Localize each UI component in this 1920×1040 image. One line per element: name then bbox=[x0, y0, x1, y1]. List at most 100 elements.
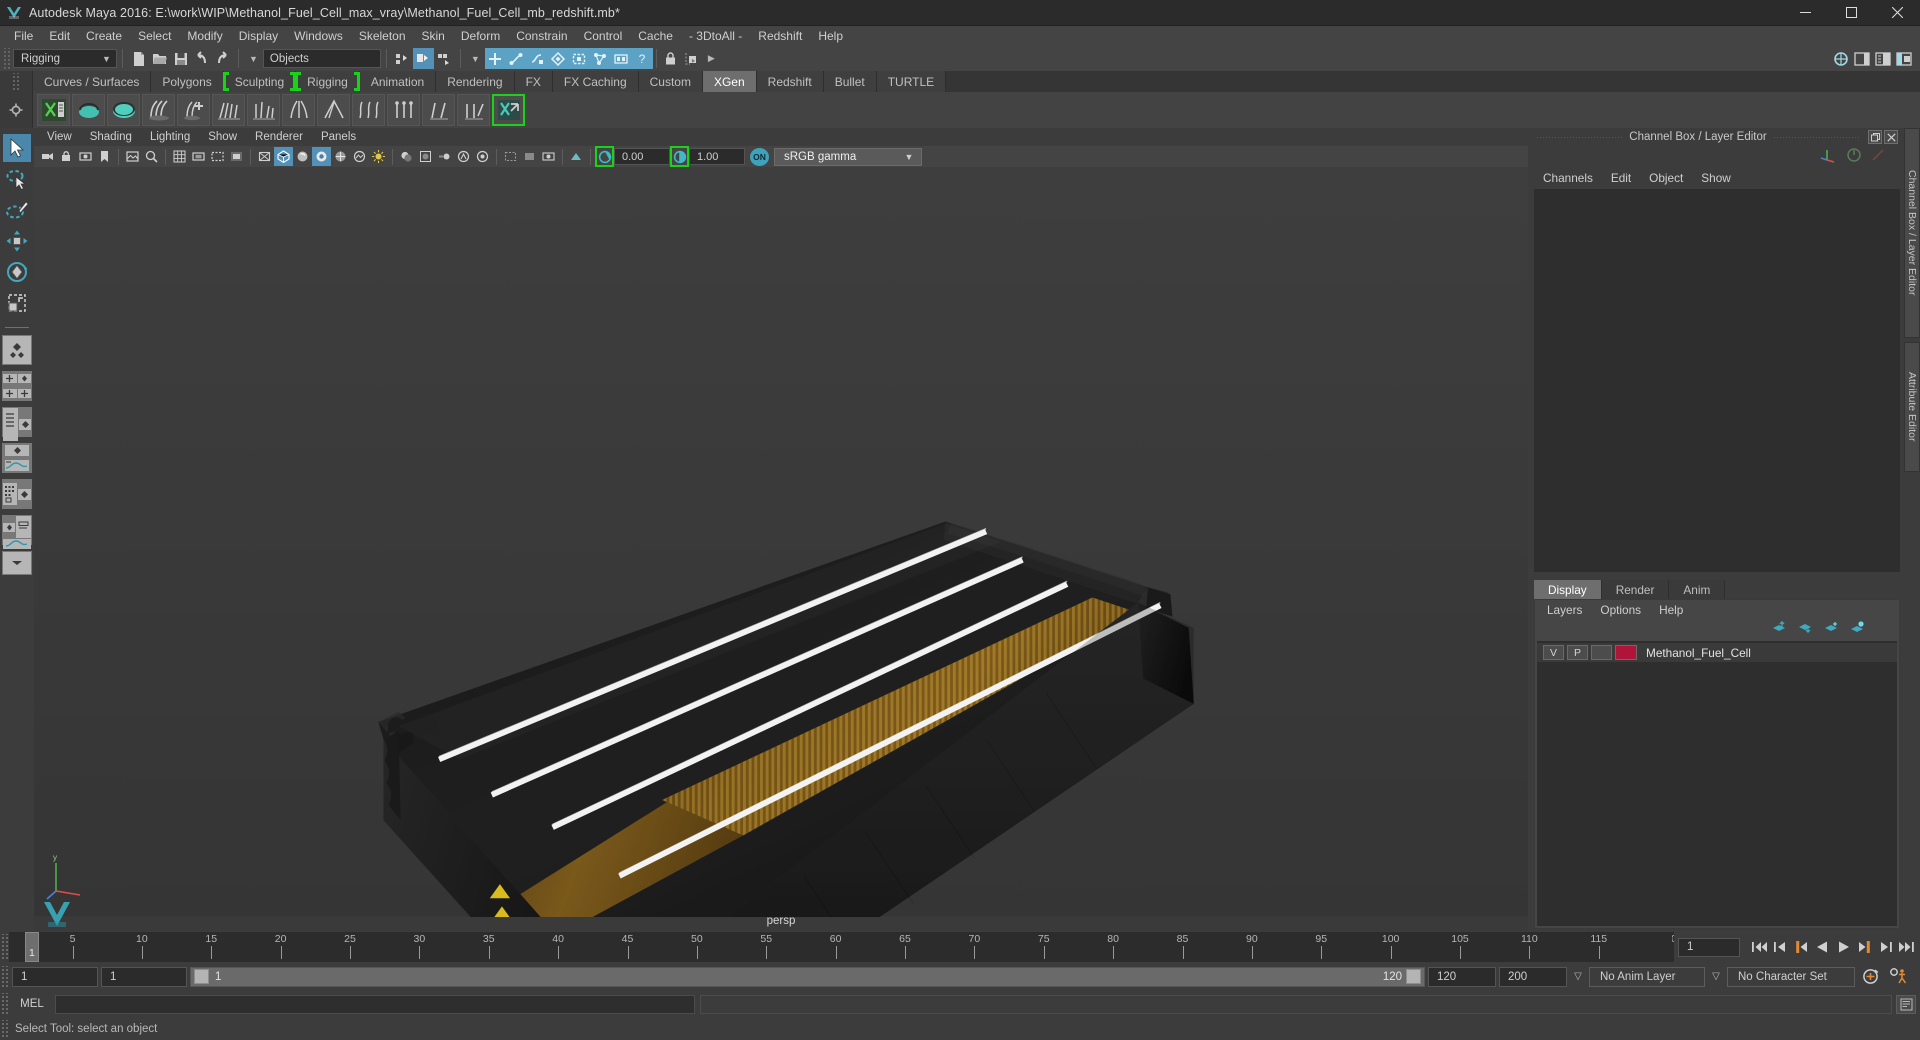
close-panel-icon[interactable] bbox=[1884, 130, 1899, 144]
menu-edit[interactable]: Edit bbox=[41, 27, 78, 45]
shadows-toggle-icon[interactable] bbox=[397, 147, 416, 166]
select-camera-icon[interactable] bbox=[38, 147, 57, 166]
layer-menu-help[interactable]: Help bbox=[1650, 603, 1692, 617]
shelf-tab-turtle[interactable]: TURTLE bbox=[876, 71, 947, 92]
step-back-key-icon[interactable] bbox=[1792, 937, 1811, 957]
move-layer-down-icon[interactable] bbox=[1798, 621, 1813, 639]
viewport-menu-shading[interactable]: Shading bbox=[81, 131, 141, 143]
layer-color-swatch[interactable] bbox=[1615, 645, 1637, 660]
menu-create[interactable]: Create bbox=[78, 27, 130, 45]
current-time-cursor[interactable]: 1 bbox=[25, 932, 39, 962]
open-scene-icon[interactable] bbox=[149, 48, 170, 69]
xgen-length-brush-icon[interactable] bbox=[247, 94, 280, 126]
time-slider[interactable]: 1 5 10 15 20 25 30 35 40 45 50 55 60 65 70 75 80 85 90 95 1… bbox=[9, 932, 1674, 962]
isolate-select-icon[interactable] bbox=[501, 147, 520, 166]
wireframe-shading-icon[interactable] bbox=[274, 147, 293, 166]
xgen-export-icon[interactable] bbox=[492, 94, 525, 126]
range-start-field[interactable]: 1 bbox=[101, 966, 187, 987]
redo-icon[interactable] bbox=[212, 48, 233, 69]
xgen-guide-edit-icon[interactable] bbox=[422, 94, 455, 126]
layer-menu-layers[interactable]: Layers bbox=[1538, 603, 1591, 617]
xgen-density-brush-icon[interactable] bbox=[212, 94, 245, 126]
isolate-toggle-icon[interactable] bbox=[1846, 147, 1862, 168]
layer-tab-anim[interactable]: Anim bbox=[1669, 580, 1726, 599]
shelf-grip[interactable] bbox=[0, 71, 33, 92]
xgen-noise-brush-icon[interactable] bbox=[352, 94, 385, 126]
new-layer-from-selected-icon[interactable] bbox=[1850, 621, 1865, 639]
snap-to-projected-center-icon[interactable] bbox=[547, 48, 569, 69]
command-line-grip[interactable] bbox=[0, 993, 9, 1015]
viewport-menu-lighting[interactable]: Lighting bbox=[141, 131, 199, 143]
step-forward-frame-icon[interactable] bbox=[1876, 937, 1895, 957]
snap-chevron-icon[interactable]: ▼ bbox=[466, 54, 485, 64]
snap-to-curve-icon[interactable] bbox=[505, 48, 527, 69]
play-forwards-icon[interactable] bbox=[1834, 937, 1853, 957]
step-back-frame-icon[interactable] bbox=[1771, 937, 1790, 957]
grid-toggle-icon[interactable] bbox=[170, 147, 189, 166]
selection-mask-chevron-icon[interactable]: ▼ bbox=[244, 54, 263, 64]
make-live-icon[interactable] bbox=[589, 48, 611, 69]
menu-3dtoall[interactable]: - 3DtoAll - bbox=[681, 27, 750, 45]
channelbox-menu-show[interactable]: Show bbox=[1692, 171, 1740, 185]
panel-drag-dots-left[interactable] bbox=[1536, 136, 1624, 138]
go-to-end-icon[interactable] bbox=[1897, 937, 1916, 957]
channel-box-list[interactable] bbox=[1534, 189, 1900, 572]
shelf-tab-animation[interactable]: Animation bbox=[359, 71, 437, 92]
shelf-tab-sculpting[interactable]: Sculpting bbox=[222, 71, 297, 92]
menu-display[interactable]: Display bbox=[231, 27, 286, 45]
shelf-options-button[interactable] bbox=[0, 92, 33, 128]
move-layer-up-icon[interactable] bbox=[1772, 620, 1787, 639]
menu-set-selector[interactable]: Rigging ▼ bbox=[13, 49, 117, 68]
viewport-menu-renderer[interactable]: Renderer bbox=[246, 131, 312, 143]
shelf-tab-fx[interactable]: FX bbox=[514, 71, 553, 92]
layer-list[interactable]: V P Methanol_Fuel_Cell bbox=[1537, 641, 1897, 926]
help-line-grip[interactable] bbox=[0, 1020, 9, 1038]
anim-end-field[interactable]: 200 bbox=[1499, 966, 1567, 987]
open-attribute-editor-icon[interactable] bbox=[681, 48, 702, 69]
snapshot-icon[interactable] bbox=[539, 147, 558, 166]
menu-skin[interactable]: Skin bbox=[414, 27, 453, 45]
show-hide-channel-box-icon[interactable] bbox=[1851, 48, 1872, 69]
anim-layer-selector[interactable]: No Anim Layer bbox=[1589, 966, 1705, 987]
more-layouts[interactable] bbox=[2, 551, 32, 575]
screen-space-ao-icon[interactable] bbox=[416, 147, 435, 166]
color-profile-selector[interactable]: sRGB gamma ▼ bbox=[774, 147, 922, 166]
layer-name[interactable]: Methanol_Fuel_Cell bbox=[1646, 646, 1751, 660]
shelf-tab-rendering[interactable]: Rendering bbox=[436, 71, 515, 92]
xgen-clump-brush-icon[interactable] bbox=[317, 94, 350, 126]
menu-constrain[interactable]: Constrain bbox=[508, 27, 575, 45]
go-to-start-icon[interactable] bbox=[1750, 937, 1769, 957]
move-tool[interactable] bbox=[3, 227, 31, 255]
smooth-shade-selected-icon[interactable] bbox=[312, 147, 331, 166]
help-question-icon[interactable]: ? bbox=[631, 48, 653, 69]
restore-panel-icon[interactable] bbox=[1868, 130, 1883, 144]
shelf-tab-rigging[interactable]: Rigging bbox=[295, 71, 360, 92]
character-set-selector[interactable]: No Character Set bbox=[1727, 966, 1855, 987]
view-transform-icon[interactable] bbox=[567, 147, 586, 166]
xgen-groom-icon[interactable] bbox=[142, 94, 175, 126]
maximize-icon[interactable] bbox=[1828, 0, 1874, 26]
channelbox-menu-object[interactable]: Object bbox=[1640, 171, 1692, 185]
gate-mask-icon[interactable] bbox=[227, 147, 246, 166]
menu-cache[interactable]: Cache bbox=[630, 27, 681, 45]
menu-control[interactable]: Control bbox=[576, 27, 631, 45]
script-editor-icon[interactable] bbox=[1896, 994, 1916, 1014]
current-frame-field[interactable]: 1 bbox=[1678, 937, 1740, 957]
gamma-field[interactable]: 1.00 bbox=[689, 148, 745, 165]
statusline-grip[interactable] bbox=[2, 47, 11, 70]
layer-tab-display[interactable]: Display bbox=[1534, 580, 1602, 599]
panel-drag-dots-right[interactable] bbox=[1772, 136, 1861, 138]
shelf-tab-xgen[interactable]: XGen bbox=[702, 71, 757, 92]
layer-tab-render[interactable]: Render bbox=[1601, 580, 1670, 599]
layer-shading-toggle[interactable] bbox=[1591, 645, 1612, 660]
range-end-handle[interactable] bbox=[1406, 969, 1421, 984]
xgen-guide-create-icon[interactable] bbox=[387, 94, 420, 126]
menu-deform[interactable]: Deform bbox=[453, 27, 508, 45]
range-slider[interactable]: 1 120 bbox=[190, 966, 1425, 987]
layer-menu-options[interactable]: Options bbox=[1591, 603, 1650, 617]
resolution-gate-icon[interactable] bbox=[208, 147, 227, 166]
exposure-icon[interactable] bbox=[595, 146, 614, 167]
lock-icon[interactable] bbox=[660, 48, 681, 69]
xray-toggle-icon[interactable] bbox=[255, 147, 274, 166]
menu-skeleton[interactable]: Skeleton bbox=[351, 27, 414, 45]
